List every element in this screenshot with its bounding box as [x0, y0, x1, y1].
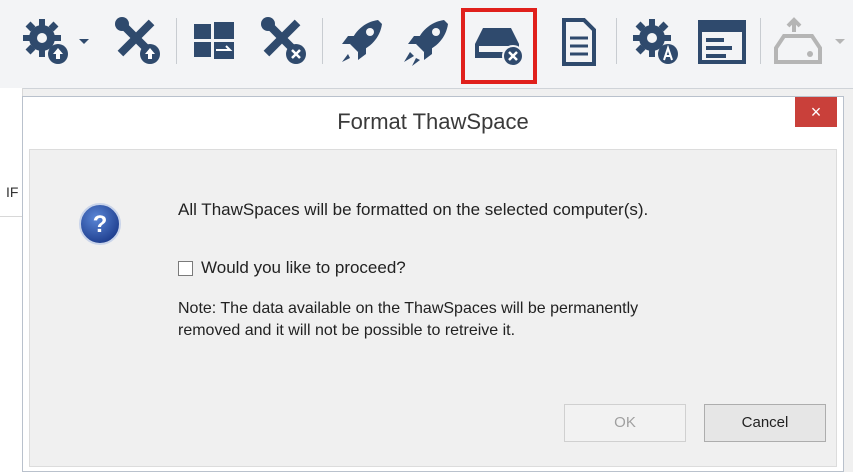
cancel-button[interactable]: Cancel	[704, 404, 826, 442]
settings-a-icon	[633, 19, 678, 64]
question-icon: ?	[78, 202, 122, 251]
document-button[interactable]	[550, 14, 606, 70]
windows-update-button[interactable]	[186, 14, 242, 70]
dialog-body: ? All ThawSpaces will be formatted on th…	[29, 149, 837, 467]
dialog-note: Note: The data available on the ThawSpac…	[178, 298, 638, 342]
windows-update-icon	[194, 22, 234, 59]
settings-dropdown-button[interactable]	[74, 14, 94, 70]
rocket-icon	[342, 20, 382, 62]
drive-disabled-button[interactable]	[772, 14, 828, 70]
proceed-checkbox-row[interactable]: Would you like to proceed?	[178, 258, 406, 278]
chevron-down-icon	[835, 39, 845, 44]
toolbar-separator	[176, 18, 177, 64]
toolbar-separator	[760, 18, 761, 64]
settings-upload-icon	[23, 19, 68, 64]
ok-button[interactable]: OK	[564, 404, 686, 442]
toolbar	[0, 0, 853, 89]
document-icon	[562, 18, 596, 66]
settings-upload-button[interactable]	[18, 14, 74, 70]
dialog-message: All ThawSpaces will be formatted on the …	[178, 200, 649, 219]
settings-a-button[interactable]	[628, 14, 684, 70]
toolbar-separator	[322, 18, 323, 64]
note-line-1: Note: The data available on the ThawSpac…	[178, 300, 639, 317]
tools-remove-button[interactable]	[256, 14, 312, 70]
rocket-double-button[interactable]	[400, 14, 456, 70]
tools-upload-button[interactable]	[110, 14, 166, 70]
svg-text:?: ?	[93, 211, 108, 238]
tools-remove-icon	[261, 17, 306, 64]
dialog-title: Format ThawSpace	[337, 109, 529, 134]
window-icon	[698, 20, 746, 64]
note-line-2: removed and it will not be possible to r…	[178, 322, 516, 339]
close-button[interactable]: ×	[795, 97, 837, 127]
drive-disabled-icon	[774, 17, 822, 64]
toolbar-separator	[616, 18, 617, 64]
drive-remove-icon	[475, 28, 524, 67]
rocket-double-icon	[404, 20, 448, 66]
format-thawspace-dialog: Format ThawSpace × ? All ThawSpaces will…	[22, 96, 844, 472]
tools-upload-icon	[115, 17, 160, 64]
background-list-panel: IF	[0, 88, 23, 472]
rocket-button[interactable]	[334, 14, 390, 70]
column-header-fragment: IF	[6, 184, 19, 200]
proceed-checkbox-label[interactable]: Would you like to proceed?	[201, 258, 406, 278]
chevron-down-icon	[79, 39, 89, 44]
window-button[interactable]	[694, 14, 750, 70]
format-thawspace-button[interactable]	[471, 14, 527, 70]
divider	[0, 216, 22, 217]
proceed-checkbox[interactable]	[178, 260, 193, 276]
drive-dropdown-button[interactable]	[832, 14, 848, 70]
